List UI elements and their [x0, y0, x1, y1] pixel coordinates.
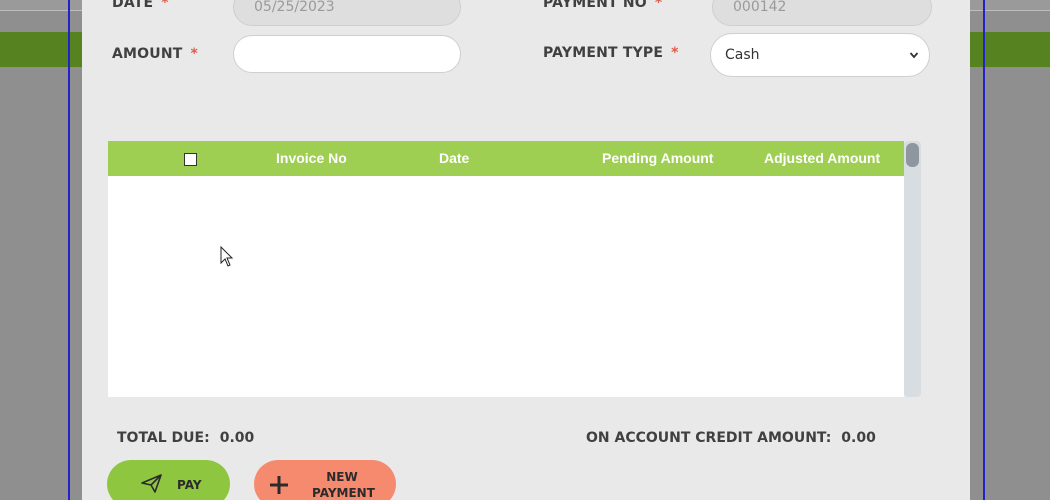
payment-modal: DATE * 05/25/2023 PAYMENT NO * 000142 AMOU… — [82, 0, 970, 500]
plus-icon — [268, 474, 290, 499]
column-pending-amount[interactable]: Pending Amount — [602, 141, 713, 176]
pay-button-label: PAY — [177, 478, 202, 492]
scrollbar-thumb[interactable] — [906, 143, 919, 167]
required-mark: * — [671, 45, 679, 61]
table-scrollbar[interactable] — [904, 141, 921, 397]
new-payment-label-line2: PAYMENT — [312, 486, 375, 500]
pay-button[interactable]: PAY — [107, 460, 230, 500]
table-header: Invoice No Date Pending Amount Adjusted … — [108, 141, 904, 176]
credit-label: ON ACCOUNT CREDIT AMOUNT: — [586, 430, 832, 446]
credit-value: 0.00 — [841, 430, 876, 446]
column-invoice-no[interactable]: Invoice No — [276, 141, 347, 176]
total-due-label: TOTAL DUE: — [117, 430, 210, 446]
total-due-value: 0.00 — [219, 430, 255, 446]
payment-no-label: PAYMENT NO * — [543, 0, 662, 11]
payment-type-value: Cash — [725, 47, 760, 63]
column-date[interactable]: Date — [439, 141, 469, 176]
new-payment-button[interactable]: NEW PAYMENT — [254, 460, 396, 500]
background-divider-right — [983, 0, 985, 500]
payment-type-select[interactable]: Cash — [710, 33, 930, 77]
date-field: 05/25/2023 — [233, 0, 461, 26]
required-mark: * — [654, 0, 663, 11]
required-mark: * — [190, 46, 199, 62]
mouse-cursor-icon — [220, 245, 234, 273]
total-due: TOTAL DUE: 0.00 — [117, 430, 254, 446]
amount-label: AMOUNT * — [112, 46, 199, 62]
chevron-down-icon — [909, 34, 919, 93]
amount-input[interactable] — [233, 35, 461, 73]
payment-no-field: 000142 — [712, 0, 932, 26]
on-account-credit: ON ACCOUNT CREDIT AMOUNT: 0.00 — [586, 430, 876, 446]
payment-type-label: PAYMENT TYPE * — [543, 45, 679, 61]
new-payment-label-line1: NEW — [326, 470, 358, 484]
new-payment-label: NEW PAYMENT — [312, 469, 375, 500]
paper-plane-icon — [141, 474, 163, 497]
background-divider-left — [68, 0, 70, 500]
select-all-checkbox[interactable] — [184, 153, 197, 166]
column-adjusted-amount[interactable]: Adjusted Amount — [764, 141, 880, 176]
date-label: DATE * — [112, 0, 169, 11]
required-mark: * — [161, 0, 169, 11]
